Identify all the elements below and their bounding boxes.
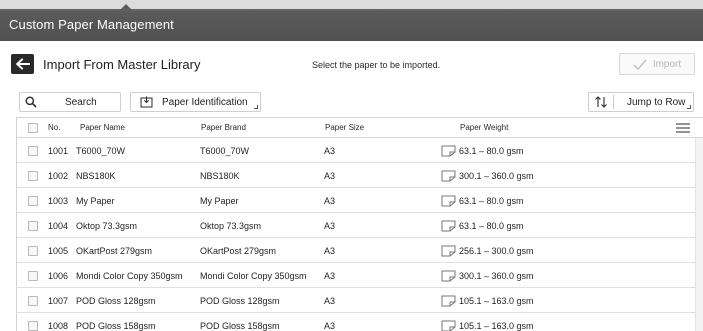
table-row[interactable]: 1006 Mondi Color Copy 350gsm Mondi Color… [17, 264, 695, 288]
paper-identification-icon [140, 96, 153, 108]
cell-no: 1008 [48, 321, 69, 331]
row-checkbox[interactable] [28, 146, 38, 156]
dropdown-corner-icon [254, 105, 258, 109]
row-checkbox[interactable] [28, 296, 38, 306]
paper-weight-icon [441, 170, 456, 182]
row-checkbox[interactable] [28, 196, 38, 206]
table-row[interactable]: 1003 My Paper My Paper A3 63.1 – 80.0 gs… [17, 189, 695, 213]
paper-weight-icon [441, 220, 456, 232]
cell-paper-brand: My Paper [200, 196, 239, 206]
cell-paper-weight: 300.1 – 360.0 gsm [459, 271, 534, 281]
cell-paper-name: Oktop 73.3gsm [76, 221, 138, 231]
table-row[interactable]: 1007 POD Gloss 128gsm POD Gloss 128gsm A… [17, 289, 695, 313]
cell-paper-size: A3 [324, 221, 336, 231]
cell-paper-size: A3 [324, 296, 336, 306]
cell-paper-weight: 105.1 – 163.0 gsm [459, 296, 534, 306]
import-button[interactable]: Import [619, 53, 695, 75]
search-button-label: Search [65, 97, 97, 108]
search-button[interactable]: Search [19, 92, 121, 112]
cell-paper-name: My Paper [76, 196, 115, 206]
cell-no: 1004 [48, 221, 69, 231]
table-header: No. Paper Name Paper Brand Paper Size Pa… [17, 118, 703, 138]
cell-paper-name: OKartPost 279gsm [76, 246, 153, 256]
paper-weight-icon [441, 145, 456, 157]
column-header-paper-size[interactable]: Paper Size [325, 123, 364, 132]
table-scrollbar[interactable] [695, 138, 703, 331]
cell-paper-brand: NBS180K [200, 171, 240, 181]
cell-no: 1003 [48, 196, 69, 206]
cell-paper-brand: OKartPost 279gsm [200, 246, 277, 256]
jump-to-row-button[interactable]: Jump to Row [588, 92, 694, 112]
table-row[interactable]: 1004 Oktop 73.3gsm Oktop 73.3gsm A3 63.1… [17, 214, 695, 238]
hamburger-menu-icon[interactable] [675, 122, 691, 134]
row-checkbox[interactable] [28, 171, 38, 181]
cell-paper-weight: 256.1 – 300.0 gsm [459, 246, 534, 256]
window-titlebar: Custom Paper Management [0, 0, 703, 41]
column-header-paper-brand[interactable]: Paper Brand [201, 123, 246, 132]
paper-weight-icon [441, 320, 456, 331]
cell-paper-size: A3 [324, 196, 336, 206]
cell-paper-weight: 63.1 – 80.0 gsm [459, 221, 524, 231]
window-title: Custom Paper Management [9, 17, 174, 32]
paper-weight-icon [441, 245, 456, 257]
search-icon [25, 96, 37, 108]
check-icon [633, 58, 647, 70]
cell-paper-name: POD Gloss 128gsm [76, 296, 156, 306]
cell-paper-name: T6000_70W [76, 146, 126, 156]
cell-paper-size: A3 [324, 321, 336, 331]
cell-paper-brand: Mondi Color Copy 350gsm [200, 271, 307, 281]
column-header-no[interactable]: No. [48, 123, 60, 132]
column-header-paper-name[interactable]: Paper Name [80, 123, 125, 132]
cell-no: 1006 [48, 271, 69, 281]
cell-paper-brand: T6000_70W [200, 146, 250, 156]
instruction-text: Select the paper to be imported. [312, 60, 441, 70]
titlebar-notch [119, 4, 133, 11]
row-checkbox[interactable] [28, 271, 38, 281]
cell-paper-size: A3 [324, 171, 336, 181]
jump-button-divider [613, 95, 614, 109]
cell-paper-brand: POD Gloss 128gsm [200, 296, 280, 306]
sort-arrows-icon [595, 96, 607, 108]
import-button-label: Import [652, 58, 682, 70]
page-title: Import From Master Library [43, 57, 201, 72]
column-header-paper-weight[interactable]: Paper Weight [460, 123, 508, 132]
paper-weight-icon [441, 270, 456, 282]
paper-weight-icon [441, 295, 456, 307]
page-header: Import From Master Library Select the pa… [0, 41, 703, 87]
row-checkbox[interactable] [28, 246, 38, 256]
cell-no: 1007 [48, 296, 69, 306]
row-checkbox[interactable] [28, 221, 38, 231]
jump-to-row-label: Jump to Row [627, 97, 686, 108]
table-row[interactable]: 1002 NBS180K NBS180K A3 300.1 – 360.0 gs… [17, 164, 695, 188]
table-row[interactable]: 1001 T6000_70W T6000_70W A3 63.1 – 80.0 … [17, 139, 695, 163]
cell-no: 1001 [48, 146, 69, 156]
cell-no: 1002 [48, 171, 69, 181]
dropdown-corner-icon [687, 105, 691, 109]
cell-paper-name: POD Gloss 158gsm [76, 321, 156, 331]
paper-weight-icon [441, 195, 456, 207]
cell-paper-brand: POD Gloss 158gsm [200, 321, 280, 331]
cell-paper-brand: Oktop 73.3gsm [200, 221, 262, 231]
back-button[interactable] [11, 54, 34, 74]
cell-paper-weight: 105.1 – 163.0 gsm [459, 321, 534, 331]
cell-paper-weight: 300.1 – 360.0 gsm [459, 171, 534, 181]
toolbar: Search Paper Identification Jump to Row [0, 87, 703, 117]
paper-table: No. Paper Name Paper Brand Paper Size Pa… [16, 117, 703, 331]
cell-paper-size: A3 [324, 271, 336, 281]
row-checkbox[interactable] [28, 321, 38, 331]
cell-paper-weight: 63.1 – 80.0 gsm [459, 146, 524, 156]
table-row[interactable]: 1005 OKartPost 279gsm OKartPost 279gsm A… [17, 239, 695, 263]
back-arrow-icon [15, 58, 30, 70]
paper-identification-label: Paper Identification [162, 97, 248, 108]
select-all-checkbox[interactable] [28, 123, 38, 133]
paper-identification-button[interactable]: Paper Identification [130, 92, 261, 112]
cell-paper-name: Mondi Color Copy 350gsm [76, 271, 183, 281]
cell-paper-name: NBS180K [76, 171, 116, 181]
cell-no: 1005 [48, 246, 69, 256]
cell-paper-size: A3 [324, 246, 336, 256]
cell-paper-weight: 63.1 – 80.0 gsm [459, 196, 524, 206]
cell-paper-size: A3 [324, 146, 336, 156]
table-row[interactable]: 1008 POD Gloss 158gsm POD Gloss 158gsm A… [17, 314, 695, 331]
